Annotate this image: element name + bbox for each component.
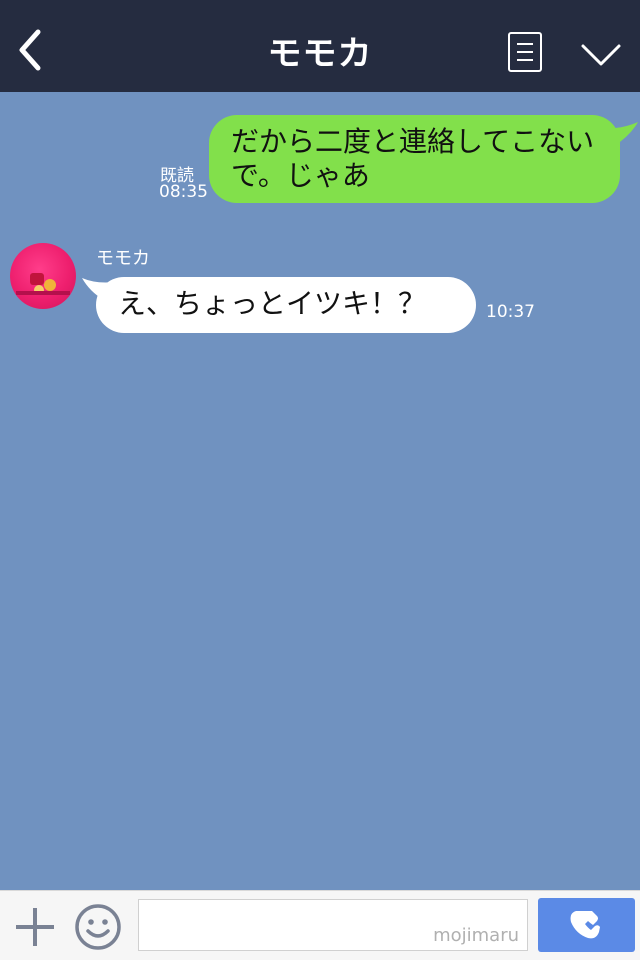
watermark-text: mojimaru — [433, 925, 519, 946]
message-input[interactable]: mojimaru — [138, 899, 528, 951]
chat-title: モモカ — [267, 34, 373, 74]
received-message-bubble[interactable]: え、ちょっとイツキ！？ — [96, 277, 476, 333]
input-bar: mojimaru — [0, 890, 640, 960]
emoji-button[interactable] — [74, 903, 122, 951]
chat-header: モモカ — [0, 0, 640, 92]
chevron-down-icon — [581, 44, 621, 66]
sent-message-bubble[interactable]: だから二度と連絡してこないで。じゃあ — [209, 115, 620, 203]
plus-icon — [16, 908, 54, 946]
received-timestamp: 10:37 — [486, 302, 535, 322]
phone-icon — [570, 911, 600, 939]
smiley-icon — [75, 904, 121, 950]
call-button[interactable] — [538, 898, 635, 952]
sent-message-text: だから二度と連絡してこないで。じゃあ — [231, 125, 595, 192]
menu-button[interactable] — [508, 32, 542, 72]
add-button[interactable] — [14, 906, 56, 948]
received-message-text: え、ちょっとイツキ！？ — [118, 287, 427, 320]
avatar[interactable] — [10, 243, 76, 309]
sent-timestamp: 08:35 — [159, 182, 208, 202]
sender-name: モモカ — [96, 248, 150, 269]
collapse-button[interactable] — [580, 42, 622, 68]
